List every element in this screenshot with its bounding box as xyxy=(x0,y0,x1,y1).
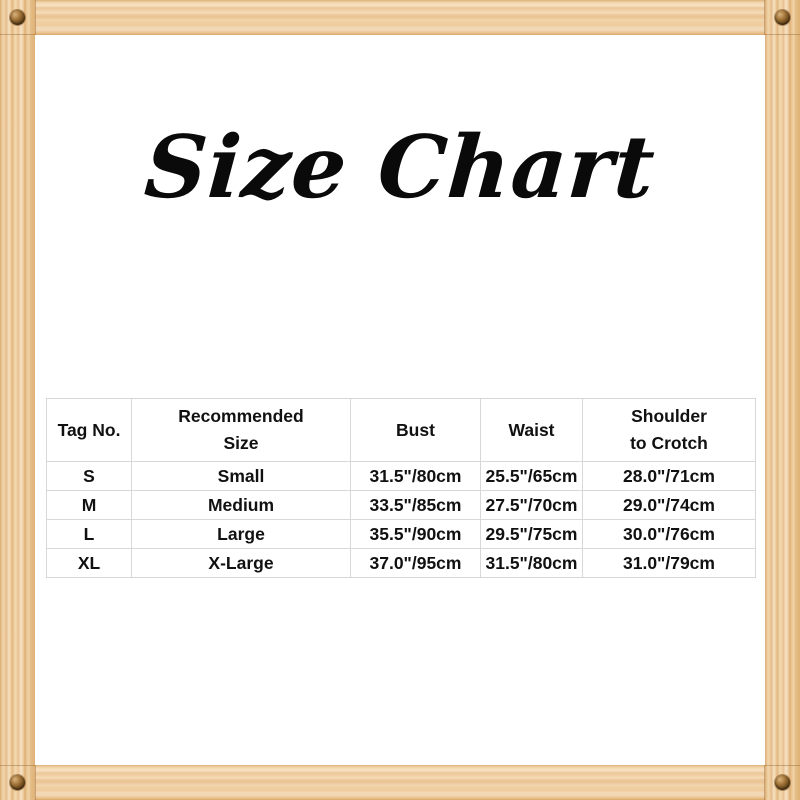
size-table-container: Tag No. Recommended Size Bust Waist Shou… xyxy=(46,398,756,578)
cell-waist: 25.5"/65cm xyxy=(480,461,583,491)
column-header-bust-line-1: Bust xyxy=(396,419,435,440)
cell-tag-no: S xyxy=(46,461,132,491)
cell-recommended-size: Large xyxy=(131,519,351,549)
cell-bust: 37.0"/95cm xyxy=(350,548,481,578)
frame-rail-top xyxy=(0,0,800,35)
frame-stile-right xyxy=(765,0,800,800)
screw-icon-top-left xyxy=(10,10,25,25)
cell-shoulder-to-crotch: 30.0"/76cm xyxy=(582,519,756,549)
frame-seam-top-left xyxy=(35,0,36,35)
column-header-shoulder-to-crotch-line-1: Shoulder xyxy=(631,406,707,426)
table-header-row: Tag No. Recommended Size Bust Waist Shou… xyxy=(46,398,756,462)
screw-icon-bottom-right xyxy=(775,775,790,790)
column-header-tag-no-line-1: Tag No. xyxy=(57,419,121,440)
cell-waist: 27.5"/70cm xyxy=(480,490,583,520)
screw-icon-top-right xyxy=(775,10,790,25)
column-header-shoulder-to-crotch-line-2: to Crotch xyxy=(630,433,708,453)
table-row: L Large 35.5"/90cm 29.5"/75cm 30.0"/76cm xyxy=(46,519,756,549)
frame-seam-right-top xyxy=(765,34,800,35)
column-header-waist-line-1: Waist xyxy=(508,419,555,440)
size-table-body: S Small 31.5"/80cm 25.5"/65cm 28.0"/71cm… xyxy=(46,461,756,578)
column-header-tag-no: Tag No. xyxy=(46,398,132,462)
size-chart-page: Size Chart Tag No. Recommended Size Bust… xyxy=(0,0,800,800)
cell-tag-no: M xyxy=(46,490,132,520)
cell-bust: 31.5"/80cm xyxy=(350,461,481,491)
size-table-head: Tag No. Recommended Size Bust Waist Shou… xyxy=(46,398,756,462)
frame-rail-bottom xyxy=(0,765,800,800)
cell-waist: 29.5"/75cm xyxy=(480,519,583,549)
cell-tag-no: XL xyxy=(46,548,132,578)
cell-recommended-size: X-Large xyxy=(131,548,351,578)
cell-bust: 33.5"/85cm xyxy=(350,490,481,520)
column-header-recommended-size: Recommended Size xyxy=(131,398,351,462)
column-header-recommended-size-line-2: Size xyxy=(223,433,259,453)
frame-seam-top-right xyxy=(764,0,765,35)
page-title: Size Chart xyxy=(141,117,659,218)
column-header-recommended-size-line-1: Recommended xyxy=(178,406,304,426)
size-table: Tag No. Recommended Size Bust Waist Shou… xyxy=(46,398,756,578)
screw-icon-bottom-left xyxy=(10,775,25,790)
cell-shoulder-to-crotch: 31.0"/79cm xyxy=(582,548,756,578)
cell-waist: 31.5"/80cm xyxy=(480,548,583,578)
frame-seam-left-bottom xyxy=(0,765,35,766)
cell-shoulder-to-crotch: 28.0"/71cm xyxy=(582,461,756,491)
cell-tag-no: L xyxy=(46,519,132,549)
cell-shoulder-to-crotch: 29.0"/74cm xyxy=(582,490,756,520)
table-row: XL X-Large 37.0"/95cm 31.5"/80cm 31.0"/7… xyxy=(46,548,756,578)
frame-seam-left-top xyxy=(0,34,35,35)
cell-recommended-size: Medium xyxy=(131,490,351,520)
column-header-shoulder-to-crotch: Shoulder to Crotch xyxy=(582,398,756,462)
cell-recommended-size: Small xyxy=(131,461,351,491)
column-header-bust: Bust xyxy=(350,398,481,462)
table-row: S Small 31.5"/80cm 25.5"/65cm 28.0"/71cm xyxy=(46,461,756,491)
cell-bust: 35.5"/90cm xyxy=(350,519,481,549)
frame-seam-right-bottom xyxy=(765,765,800,766)
table-row: M Medium 33.5"/85cm 27.5"/70cm 29.0"/74c… xyxy=(46,490,756,520)
frame-stile-left xyxy=(0,0,35,800)
frame-seam-bottom-right xyxy=(764,765,765,800)
frame-seam-bottom-left xyxy=(35,765,36,800)
column-header-waist: Waist xyxy=(480,398,583,462)
